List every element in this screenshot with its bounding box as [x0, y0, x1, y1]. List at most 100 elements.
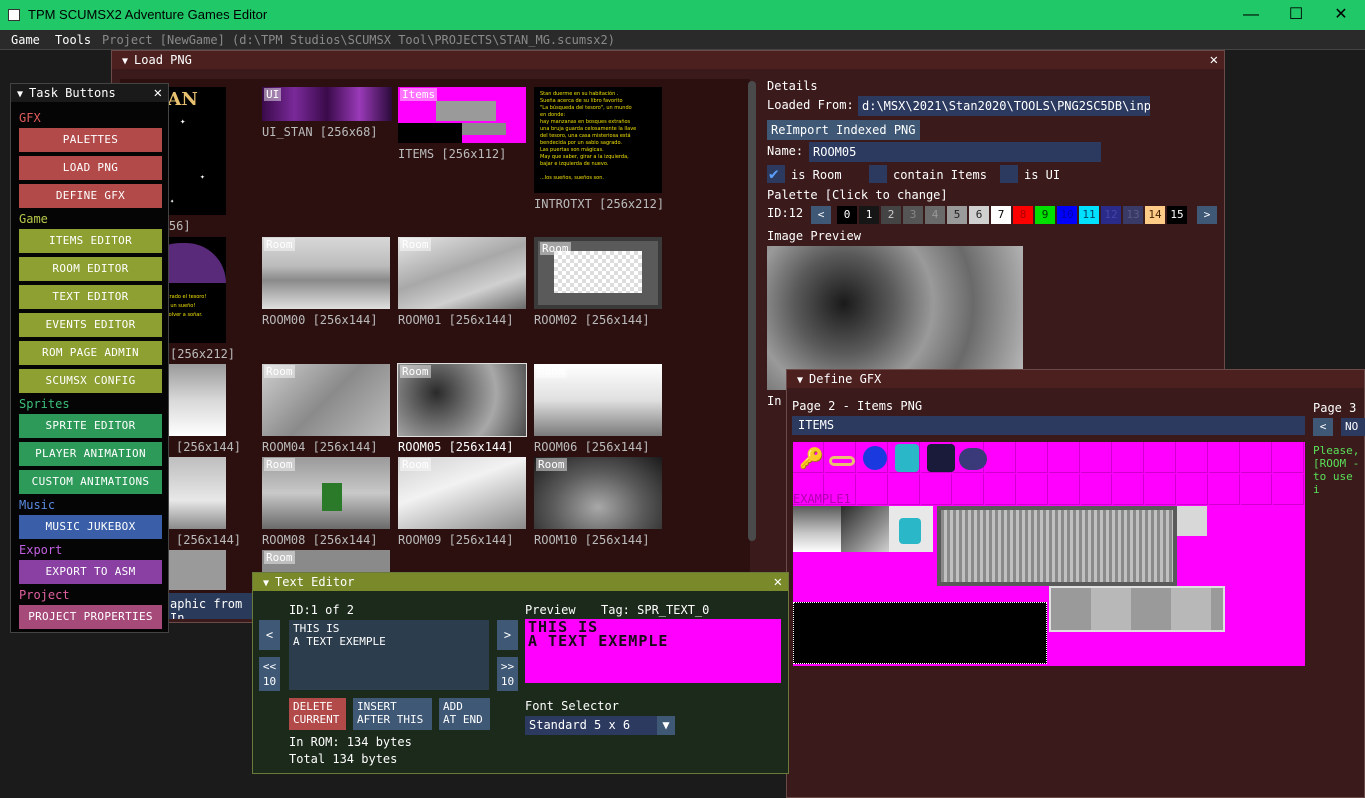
text-prev-button[interactable]: <	[259, 620, 280, 650]
add-at-end-button[interactable]: ADD AT END	[439, 698, 490, 730]
collapse-icon[interactable]: ▼	[122, 53, 128, 71]
gfx-grid-cell[interactable]	[1049, 474, 1080, 505]
text-input-area[interactable]: THIS IS A TEXT EXEMPLE	[289, 620, 489, 690]
gfx-grid-cell[interactable]	[1177, 474, 1208, 505]
chevron-down-icon[interactable]: ▼	[657, 716, 675, 735]
thumb-room02[interactable]: Room	[534, 237, 662, 309]
palette-swatch[interactable]: 15	[1167, 206, 1187, 224]
events-editor-button[interactable]: EVENTS EDITOR	[19, 313, 162, 337]
gfx-grid-cell[interactable]	[985, 474, 1016, 505]
thumb-room09[interactable]: Room	[398, 457, 526, 529]
gfx-grid-cell[interactable]	[1241, 474, 1272, 505]
text-editor-titlebar[interactable]: ▼ Text Editor ✕	[253, 573, 788, 591]
music-jukebox-button[interactable]: MUSIC JUKEBOX	[19, 515, 162, 539]
gfx-grid-cell[interactable]	[985, 442, 1016, 473]
text-prev10-button[interactable]: << 10	[259, 657, 280, 691]
collapse-icon[interactable]: ▼	[17, 86, 23, 104]
thumb-room08[interactable]: Room	[262, 457, 390, 529]
minimize-button[interactable]: —	[1241, 5, 1261, 25]
gfx-grid-cell[interactable]	[1113, 474, 1144, 505]
collapse-icon[interactable]: ▼	[797, 372, 803, 390]
text-editor-button[interactable]: TEXT EDITOR	[19, 285, 162, 309]
scrollbar-thumb[interactable]	[748, 81, 756, 541]
insert-after-button[interactable]: INSERT AFTER THIS	[353, 698, 432, 730]
gfx-grid-cell[interactable]	[1017, 474, 1048, 505]
gfx-grid-cell[interactable]	[1081, 442, 1112, 473]
palette-swatch[interactable]: 13	[1123, 206, 1143, 224]
thumb-room00[interactable]: Room	[262, 237, 390, 309]
page2-name-field[interactable]: ITEMS	[792, 416, 1305, 435]
page3-prev-button[interactable]: <	[1313, 418, 1333, 436]
define-gfx-titlebar[interactable]: ▼ Define GFX	[787, 370, 1364, 388]
palette-swatch[interactable]: 0	[837, 206, 857, 224]
gfx-grid-cell[interactable]	[1081, 474, 1112, 505]
palette-swatch[interactable]: 6	[969, 206, 989, 224]
load-png-titlebar[interactable]: ▼ Load PNG ✕	[112, 51, 1224, 69]
thumb-room06[interactable]: Room	[534, 364, 662, 436]
gfx-grid-cell[interactable]	[1273, 442, 1304, 473]
palette-swatch[interactable]: 14	[1145, 206, 1165, 224]
player-animation-button[interactable]: PLAYER ANIMATION	[19, 442, 162, 466]
page3-field[interactable]: NO	[1341, 418, 1365, 436]
menu-game[interactable]: Game	[11, 33, 40, 47]
gfx-grid-cell[interactable]	[1113, 442, 1144, 473]
gfx-grid-cell[interactable]	[921, 474, 952, 505]
custom-animations-button[interactable]: CUSTOM ANIMATIONS	[19, 470, 162, 494]
gfx-grid-cell[interactable]	[953, 474, 984, 505]
load-png-button[interactable]: LOAD PNG	[19, 156, 162, 180]
gfx-grid-cell[interactable]	[1177, 442, 1208, 473]
name-field[interactable]: ROOM05	[809, 142, 1101, 162]
palettes-button[interactable]: PALETTES	[19, 128, 162, 152]
thumb-room01[interactable]: Room	[398, 237, 526, 309]
items-canvas[interactable]: 🔑 EXAMPLE1	[793, 442, 1305, 666]
gfx-grid-cell[interactable]	[889, 474, 920, 505]
thumb-items[interactable]: Items	[398, 87, 526, 143]
font-selector-dropdown[interactable]: Standard 5 x 6 ▼	[525, 716, 675, 735]
thumb-room04[interactable]: Room	[262, 364, 390, 436]
palette-swatch[interactable]: 5	[947, 206, 967, 224]
text-next-button[interactable]: >	[497, 620, 518, 650]
is-ui-checkbox[interactable]	[1000, 165, 1018, 183]
thumb-room10[interactable]: Room	[534, 457, 662, 529]
delete-current-button[interactable]: DELETE CURRENT	[289, 698, 346, 730]
room-editor-button[interactable]: ROOM EDITOR	[19, 257, 162, 281]
palette-swatch[interactable]: 1	[859, 206, 879, 224]
text-next10-button[interactable]: >> 10	[497, 657, 518, 691]
close-icon[interactable]: ✕	[154, 84, 162, 102]
menu-tools[interactable]: Tools	[55, 33, 91, 47]
contain-items-checkbox[interactable]	[869, 165, 887, 183]
loaded-from-field[interactable]: d:\MSX\2021\Stan2020\TOOLS\PNG2SC5DB\inp…	[858, 96, 1150, 116]
palette-swatch[interactable]: 9	[1035, 206, 1055, 224]
thumb-room05[interactable]: Room	[397, 363, 527, 437]
collapse-icon[interactable]: ▼	[263, 575, 269, 593]
items-editor-button[interactable]: ITEMS EDITOR	[19, 229, 162, 253]
palette-next-button[interactable]: >	[1197, 206, 1217, 224]
palette-swatch[interactable]: 7	[991, 206, 1011, 224]
thumb-introtxt[interactable]: Stan duerme en su habitación . Sueña ace…	[534, 87, 662, 193]
close-icon[interactable]: ✕	[774, 573, 782, 591]
palette-prev-button[interactable]: <	[811, 206, 831, 224]
close-button[interactable]: ✕	[1331, 5, 1351, 25]
gfx-grid-cell[interactable]	[857, 474, 888, 505]
maximize-button[interactable]: ☐	[1286, 5, 1306, 25]
palette-swatch[interactable]: 11	[1079, 206, 1099, 224]
gfx-grid-cell[interactable]	[1017, 442, 1048, 473]
sprite-editor-button[interactable]: SPRITE EDITOR	[19, 414, 162, 438]
gfx-grid-cell[interactable]	[1209, 474, 1240, 505]
palette-swatch[interactable]: 10	[1057, 206, 1077, 224]
palette-swatch[interactable]: 8	[1013, 206, 1033, 224]
define-gfx-button[interactable]: DEFINE GFX	[19, 184, 162, 208]
gfx-grid-cell[interactable]	[1145, 442, 1176, 473]
palette-swatch[interactable]: 12	[1101, 206, 1121, 224]
palette-swatch[interactable]: 2	[881, 206, 901, 224]
palette-swatch[interactable]: 4	[925, 206, 945, 224]
project-properties-button[interactable]: PROJECT PROPERTIES	[19, 605, 162, 629]
scumsx-config-button[interactable]: SCUMSX CONFIG	[19, 369, 162, 393]
export-to-asm-button[interactable]: EXPORT TO ASM	[19, 560, 162, 584]
gfx-grid-cell[interactable]	[1241, 442, 1272, 473]
palette-swatch[interactable]: 3	[903, 206, 923, 224]
thumb-ui-stan[interactable]: UI	[262, 87, 392, 121]
gfx-grid-cell[interactable]	[1049, 442, 1080, 473]
rom-page-admin-button[interactable]: ROM PAGE ADMIN	[19, 341, 162, 365]
close-icon[interactable]: ✕	[1210, 51, 1218, 69]
